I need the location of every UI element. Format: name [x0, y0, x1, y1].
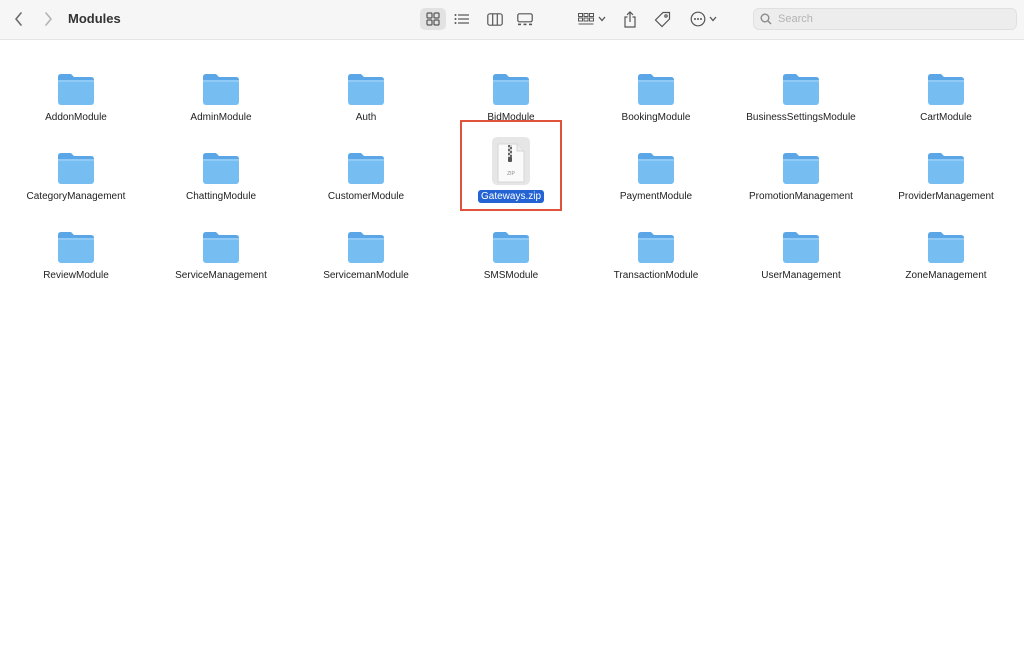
column-view-button[interactable]	[482, 8, 508, 30]
annotation-highlight-box	[460, 120, 562, 211]
item-label: Auth	[355, 112, 377, 123]
icon-view-button[interactable]	[420, 8, 446, 30]
folder-item[interactable]: CategoryManagement	[6, 139, 146, 203]
folder-item[interactable]: PromotionManagement	[731, 139, 871, 203]
folder-item[interactable]: PaymentModule	[586, 139, 726, 203]
folder-icon	[637, 139, 675, 185]
item-label: AddonModule	[45, 112, 107, 123]
search-icon	[760, 13, 772, 25]
chevron-down-icon	[598, 16, 606, 22]
folder-icon	[782, 218, 820, 264]
search-field[interactable]	[753, 8, 1017, 30]
folder-item[interactable]: ServicemanModule	[296, 218, 436, 282]
folder-icon	[347, 218, 385, 264]
forward-button[interactable]	[37, 8, 59, 30]
folder-icon	[492, 60, 530, 106]
list-view-button[interactable]	[449, 8, 475, 30]
folder-icon	[202, 60, 240, 106]
folder-icon	[347, 60, 385, 106]
grid-icon	[426, 12, 440, 26]
folder-icon	[57, 60, 95, 106]
folder-item[interactable]: BusinessSettingsModule	[731, 60, 871, 124]
back-button[interactable]	[8, 8, 30, 30]
more-actions-button[interactable]	[687, 8, 719, 30]
item-label: CustomerModule	[327, 191, 405, 202]
folder-icon	[637, 218, 675, 264]
folder-item[interactable]: BookingModule	[586, 60, 726, 124]
folder-item[interactable]: ChattingModule	[151, 139, 291, 203]
item-label: CategoryManagement	[26, 191, 126, 202]
item-label: BookingModule	[621, 112, 691, 123]
folder-item[interactable]: TransactionModule	[586, 218, 726, 282]
columns-icon	[487, 12, 503, 26]
folder-item[interactable]: ReviewModule	[6, 218, 146, 282]
folder-item[interactable]: Auth	[296, 60, 436, 124]
folder-item[interactable]: ServiceManagement	[151, 218, 291, 282]
folder-item[interactable]: CustomerModule	[296, 139, 436, 203]
gallery-view-button[interactable]	[512, 8, 538, 30]
chevron-right-icon	[45, 12, 52, 26]
gallery-icon	[517, 12, 533, 25]
folder-icon	[202, 139, 240, 185]
share-button[interactable]	[620, 8, 640, 30]
group-by-button[interactable]	[576, 9, 608, 29]
item-label: CartModule	[920, 112, 972, 123]
group-by-icon	[578, 12, 594, 24]
folder-icon	[347, 139, 385, 185]
folder-item[interactable]: ProviderManagement	[876, 139, 1016, 203]
item-label: ProviderManagement	[898, 191, 994, 202]
finder-toolbar: Modules	[0, 0, 1024, 40]
item-label: ZoneManagement	[905, 270, 987, 281]
tag-button[interactable]	[652, 8, 672, 30]
item-label: PromotionManagement	[749, 191, 853, 202]
item-label: PaymentModule	[619, 191, 693, 202]
folder-item[interactable]: BidModule	[441, 60, 581, 124]
folder-item[interactable]: AdminModule	[151, 60, 291, 124]
item-label: ServiceManagement	[175, 270, 267, 281]
share-icon	[624, 10, 636, 28]
folder-item[interactable]: ZoneManagement	[876, 218, 1016, 282]
folder-icon	[782, 60, 820, 106]
folder-icon	[492, 218, 530, 264]
window-title: Modules	[68, 11, 121, 26]
item-label: ChattingModule	[185, 191, 257, 202]
item-label: SMSModule	[483, 270, 539, 281]
chevron-left-icon	[15, 12, 22, 26]
folder-icon	[57, 139, 95, 185]
item-label: ReviewModule	[43, 270, 109, 281]
folder-icon	[57, 218, 95, 264]
folder-item[interactable]: SMSModule	[441, 218, 581, 282]
folder-icon	[927, 139, 965, 185]
item-label: BusinessSettingsModule	[746, 112, 856, 123]
item-label: AdminModule	[190, 112, 252, 123]
item-label: ServicemanModule	[323, 270, 409, 281]
tag-icon	[654, 11, 670, 27]
folder-icon	[927, 60, 965, 106]
folder-item[interactable]: AddonModule	[6, 60, 146, 124]
list-icon	[454, 14, 469, 24]
more-actions-icon	[690, 11, 705, 27]
folder-icon	[927, 218, 965, 264]
folder-icon	[782, 139, 820, 185]
folder-icon	[637, 60, 675, 106]
folder-icon	[202, 218, 240, 264]
folder-item[interactable]: CartModule	[876, 60, 1016, 124]
chevron-down-icon	[709, 16, 716, 22]
item-label: TransactionModule	[613, 270, 699, 281]
search-input[interactable]	[776, 12, 1000, 26]
item-label: UserManagement	[761, 270, 841, 281]
folder-item[interactable]: UserManagement	[731, 218, 871, 282]
